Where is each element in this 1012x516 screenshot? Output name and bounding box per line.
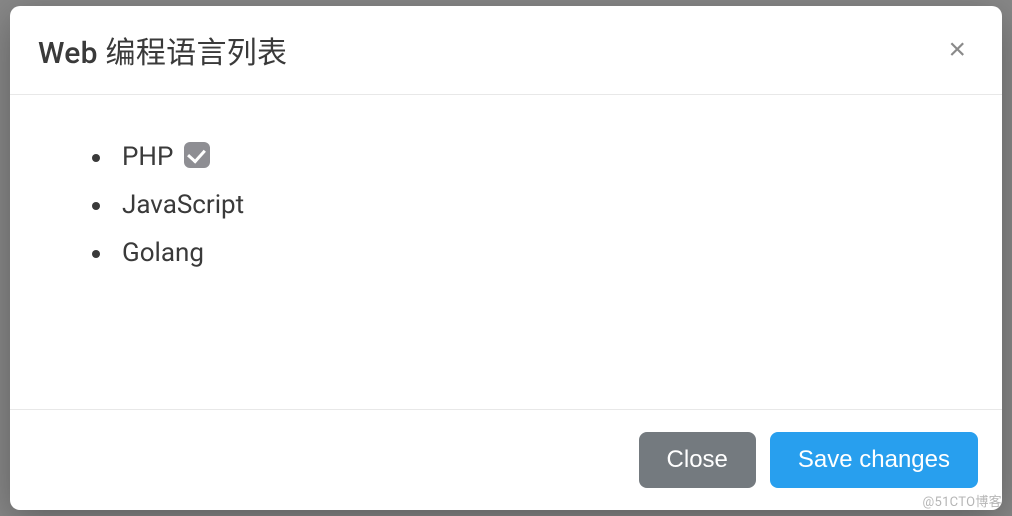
modal-dialog: Web 编程语言列表 × PHP JavaScript Golang Close…: [10, 6, 1002, 510]
close-icon[interactable]: ×: [940, 31, 974, 69]
watermark-text: @51CTO博客: [923, 491, 1003, 510]
language-name: PHP: [122, 142, 173, 172]
modal-footer: Close Save changes: [10, 409, 1002, 510]
list-item: JavaScript: [114, 181, 974, 229]
modal-title: Web 编程语言列表: [38, 28, 287, 72]
save-changes-button[interactable]: Save changes: [770, 432, 978, 488]
language-name: JavaScript: [122, 190, 244, 220]
modal-body: PHP JavaScript Golang: [10, 95, 1002, 409]
close-button[interactable]: Close: [639, 432, 756, 488]
list-item: Golang: [114, 229, 974, 277]
list-item: PHP: [114, 133, 974, 181]
language-name: Golang: [122, 238, 204, 268]
checkmark-icon: [184, 142, 210, 168]
language-list: PHP JavaScript Golang: [38, 133, 974, 277]
modal-header: Web 编程语言列表 ×: [10, 6, 1002, 95]
